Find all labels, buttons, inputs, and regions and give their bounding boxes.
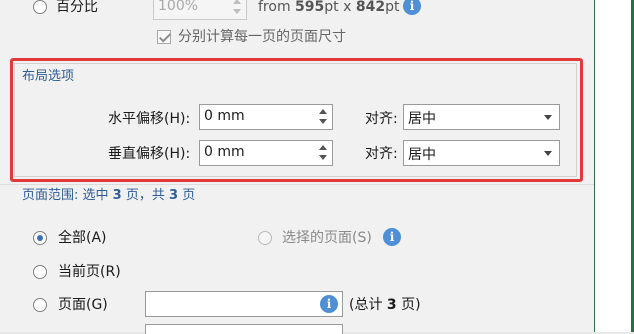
range-suffix: 页 xyxy=(182,188,196,203)
percent-value: 100% xyxy=(158,0,199,14)
info-icon[interactable]: i xyxy=(383,228,401,246)
next-row-input[interactable] xyxy=(145,324,343,334)
selected-pages-radio[interactable] xyxy=(258,231,272,245)
current-page-radio[interactable] xyxy=(33,265,47,279)
layout-title: 布局选项 xyxy=(22,69,75,84)
total-suffix: 页) xyxy=(401,297,421,313)
v-align-label: 对齐: xyxy=(365,146,398,162)
unit-pt: pt xyxy=(385,0,400,15)
chevron-down-icon xyxy=(544,151,552,156)
range-mid: 页，共 xyxy=(125,188,165,203)
chevron-down-icon[interactable] xyxy=(319,119,327,124)
chevron-up-icon[interactable] xyxy=(233,0,241,4)
selected-count: 3 xyxy=(112,188,122,203)
v-offset-value: 0 mm xyxy=(204,144,245,160)
current-page-label[interactable]: 当前页(R) xyxy=(58,263,121,281)
preview-area xyxy=(595,0,631,332)
percent-radio[interactable] xyxy=(33,0,47,14)
from-height: 842 xyxy=(355,0,386,15)
checkmark-icon xyxy=(158,30,172,43)
from-label: from xyxy=(258,0,291,15)
h-align-label: 对齐: xyxy=(365,111,398,127)
chevron-up-icon[interactable] xyxy=(319,145,327,150)
unit-x: pt x xyxy=(324,0,352,15)
stepper-arrows[interactable] xyxy=(233,0,241,16)
h-offset-value: 0 mm xyxy=(204,108,245,124)
range-prefix: 页面范围: 选中 xyxy=(22,188,109,203)
pages-total: (总计 3 页) xyxy=(349,296,421,314)
v-offset-label: 垂直偏移(H): xyxy=(108,146,191,162)
pages-input[interactable] xyxy=(145,291,343,317)
chevron-down-icon xyxy=(544,115,552,120)
divider xyxy=(0,184,594,185)
chevron-up-icon[interactable] xyxy=(319,109,327,114)
info-icon[interactable]: i xyxy=(403,0,421,15)
stepper-arrows[interactable] xyxy=(319,108,327,126)
separate-size-checkbox[interactable] xyxy=(157,30,172,44)
h-align-value: 居中 xyxy=(408,111,436,127)
total-value: 3 xyxy=(386,297,397,313)
v-align-select[interactable]: 居中 xyxy=(403,140,560,166)
h-align-select[interactable]: 居中 xyxy=(403,104,560,130)
window-edge xyxy=(594,0,634,332)
h-offset-stepper[interactable]: 0 mm xyxy=(199,104,333,130)
total-count: 3 xyxy=(169,188,179,203)
pages-label[interactable]: 页面(G) xyxy=(58,296,108,314)
separate-size-label: 分别计算每一页的页面尺寸 xyxy=(178,29,346,45)
selected-pages-label: 选择的页面(S) xyxy=(282,230,372,246)
stepper-arrows[interactable] xyxy=(319,144,327,162)
h-offset-label: 水平偏移(H): xyxy=(108,111,191,127)
v-align-value: 居中 xyxy=(408,147,436,163)
info-icon[interactable]: i xyxy=(320,295,338,313)
total-prefix: (总计 xyxy=(349,297,383,313)
chevron-down-icon[interactable] xyxy=(233,9,241,14)
all-pages-radio[interactable] xyxy=(33,231,47,245)
pages-radio[interactable] xyxy=(33,298,47,312)
print-options-panel: 百分比 100% from 595pt x 842pt i 分别计算每一页的页面… xyxy=(0,0,594,334)
range-summary: 页面范围: 选中 3 页，共 3 页 xyxy=(22,187,195,205)
v-offset-stepper[interactable]: 0 mm xyxy=(199,140,333,166)
page-size-readout: from 595pt x 842pt xyxy=(258,0,399,16)
from-width: 595 xyxy=(295,0,325,15)
percent-label: 百分比 xyxy=(56,0,98,15)
all-pages-label[interactable]: 全部(A) xyxy=(58,229,107,247)
chevron-down-icon[interactable] xyxy=(319,155,327,160)
percent-stepper[interactable]: 100% xyxy=(153,0,247,20)
